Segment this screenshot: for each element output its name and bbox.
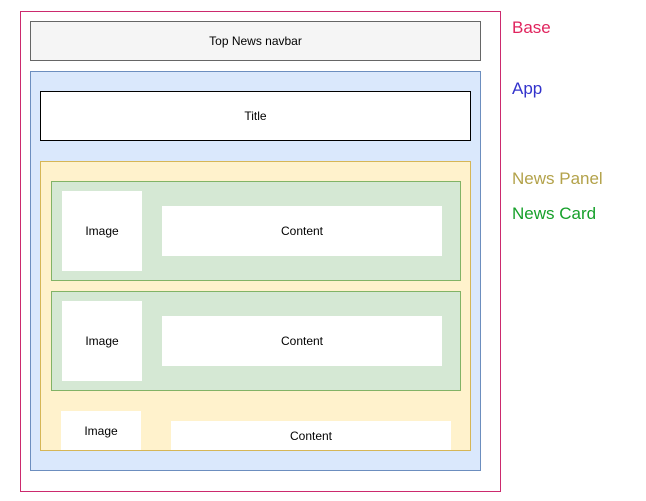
news-card-content: Content xyxy=(162,206,442,256)
title-box: Title xyxy=(40,91,471,141)
navbar-label: Top News navbar xyxy=(209,34,302,48)
news-card-image: Image xyxy=(61,411,141,450)
news-card-content: Content xyxy=(171,421,451,450)
news-card: Image Content xyxy=(51,291,461,391)
content-label: Content xyxy=(280,224,324,238)
image-label: Image xyxy=(85,334,119,348)
title-label: Title xyxy=(244,109,267,123)
legend-app: App xyxy=(512,79,543,98)
legend-base: Base xyxy=(512,18,551,37)
news-card-image: Image xyxy=(62,191,142,271)
top-news-navbar: Top News navbar xyxy=(30,21,481,61)
news-card-image: Image xyxy=(62,301,142,381)
news-card: Image Content xyxy=(51,181,461,281)
content-label: Content xyxy=(289,429,333,443)
news-card-content: Content xyxy=(162,316,442,366)
legend-news-card: News Card xyxy=(512,204,597,223)
legend-news-panel: News Panel xyxy=(512,169,603,188)
news-panel: Image Content Image Content Image Conten… xyxy=(40,161,471,451)
image-label: Image xyxy=(85,224,119,238)
image-label: Image xyxy=(84,424,118,438)
content-label: Content xyxy=(280,334,324,348)
